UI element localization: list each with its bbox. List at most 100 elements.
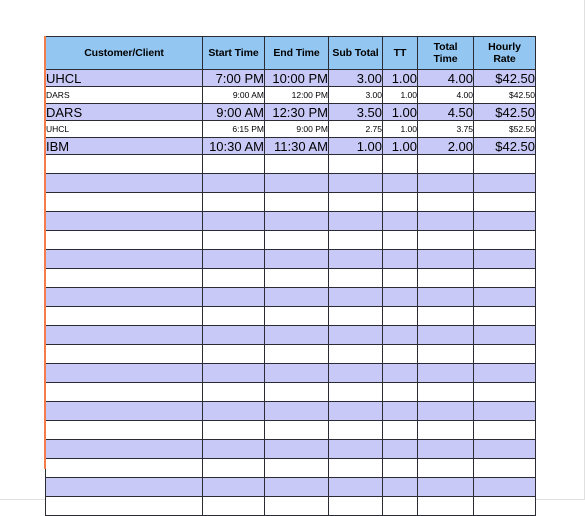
empty-cell-tt[interactable] — [382, 496, 418, 516]
empty-cell-start-time[interactable] — [202, 401, 265, 421]
empty-cell-client[interactable] — [45, 458, 203, 478]
column-header-client[interactable]: Customer/Client — [45, 36, 203, 70]
column-header-hourly-rate[interactable]: Hourly Rate — [473, 36, 536, 70]
empty-table-row[interactable] — [45, 287, 536, 307]
empty-cell-start-time[interactable] — [202, 268, 265, 288]
empty-cell-hourly-rate[interactable] — [473, 230, 536, 250]
empty-cell-end-time[interactable] — [264, 287, 329, 307]
empty-cell-total-time[interactable] — [417, 192, 474, 212]
cell-sub-total[interactable]: 2.75 — [328, 120, 383, 138]
column-header-end-time[interactable]: End Time — [264, 36, 329, 70]
empty-cell-hourly-rate[interactable] — [473, 249, 536, 269]
empty-table-row[interactable] — [45, 401, 536, 421]
empty-cell-end-time[interactable] — [264, 344, 329, 364]
empty-cell-total-time[interactable] — [417, 401, 474, 421]
empty-table-row[interactable] — [45, 458, 536, 478]
empty-cell-hourly-rate[interactable] — [473, 439, 536, 459]
empty-cell-hourly-rate[interactable] — [473, 154, 536, 174]
empty-cell-end-time[interactable] — [264, 211, 329, 231]
empty-table-row[interactable] — [45, 496, 536, 516]
empty-cell-sub-total[interactable] — [328, 382, 383, 402]
empty-cell-start-time[interactable] — [202, 496, 265, 516]
cell-client[interactable]: DARS — [45, 86, 203, 104]
empty-cell-total-time[interactable] — [417, 477, 474, 497]
empty-cell-client[interactable] — [45, 344, 203, 364]
cell-hourly-rate[interactable]: $42.50 — [473, 137, 536, 155]
empty-cell-tt[interactable] — [382, 363, 418, 383]
table-row[interactable]: UHCL 6:15 PM 9:00 PM 2.75 1.00 3.75 $52.50 — [45, 120, 536, 138]
empty-cell-tt[interactable] — [382, 230, 418, 250]
empty-cell-client[interactable] — [45, 496, 203, 516]
empty-cell-start-time[interactable] — [202, 173, 265, 193]
empty-cell-end-time[interactable] — [264, 268, 329, 288]
cell-client[interactable]: IBM — [45, 137, 203, 155]
empty-cell-start-time[interactable] — [202, 477, 265, 497]
empty-table-row[interactable] — [45, 211, 536, 231]
empty-cell-tt[interactable] — [382, 154, 418, 174]
empty-cell-hourly-rate[interactable] — [473, 287, 536, 307]
empty-cell-start-time[interactable] — [202, 211, 265, 231]
cell-sub-total[interactable]: 3.00 — [328, 86, 383, 104]
empty-cell-tt[interactable] — [382, 325, 418, 345]
empty-cell-sub-total[interactable] — [328, 192, 383, 212]
empty-cell-start-time[interactable] — [202, 325, 265, 345]
empty-cell-tt[interactable] — [382, 287, 418, 307]
cell-hourly-rate[interactable]: $42.50 — [473, 69, 536, 87]
empty-cell-hourly-rate[interactable] — [473, 192, 536, 212]
cell-sub-total[interactable]: 1.00 — [328, 137, 383, 155]
cell-start-time[interactable]: 9:00 AM — [202, 86, 265, 104]
empty-cell-client[interactable] — [45, 211, 203, 231]
table-row[interactable]: DARS 9:00 AM 12:30 PM 3.50 1.00 4.50 $42.50 — [45, 103, 536, 121]
empty-cell-client[interactable] — [45, 230, 203, 250]
empty-cell-total-time[interactable] — [417, 173, 474, 193]
empty-cell-client[interactable] — [45, 306, 203, 326]
column-header-total-time[interactable]: Total Time — [417, 36, 474, 70]
empty-table-row[interactable] — [45, 382, 536, 402]
empty-cell-hourly-rate[interactable] — [473, 268, 536, 288]
empty-cell-client[interactable] — [45, 192, 203, 212]
empty-table-row[interactable] — [45, 249, 536, 269]
empty-cell-end-time[interactable] — [264, 439, 329, 459]
empty-table-row[interactable] — [45, 173, 536, 193]
empty-cell-tt[interactable] — [382, 173, 418, 193]
empty-cell-end-time[interactable] — [264, 382, 329, 402]
empty-cell-total-time[interactable] — [417, 249, 474, 269]
empty-cell-start-time[interactable] — [202, 230, 265, 250]
empty-cell-total-time[interactable] — [417, 325, 474, 345]
empty-cell-client[interactable] — [45, 420, 203, 440]
empty-cell-total-time[interactable] — [417, 344, 474, 364]
cell-tt[interactable]: 1.00 — [382, 137, 418, 155]
empty-cell-start-time[interactable] — [202, 458, 265, 478]
empty-cell-tt[interactable] — [382, 268, 418, 288]
empty-cell-client[interactable] — [45, 477, 203, 497]
empty-cell-sub-total[interactable] — [328, 458, 383, 478]
empty-cell-start-time[interactable] — [202, 192, 265, 212]
empty-cell-sub-total[interactable] — [328, 211, 383, 231]
cell-hourly-rate[interactable]: $42.50 — [473, 103, 536, 121]
cell-hourly-rate[interactable]: $42.50 — [473, 86, 536, 104]
empty-cell-sub-total[interactable] — [328, 154, 383, 174]
empty-cell-tt[interactable] — [382, 306, 418, 326]
empty-cell-sub-total[interactable] — [328, 325, 383, 345]
empty-cell-sub-total[interactable] — [328, 173, 383, 193]
empty-cell-sub-total[interactable] — [328, 249, 383, 269]
empty-cell-end-time[interactable] — [264, 401, 329, 421]
empty-table-row[interactable] — [45, 363, 536, 383]
empty-cell-end-time[interactable] — [264, 496, 329, 516]
empty-cell-total-time[interactable] — [417, 420, 474, 440]
empty-cell-tt[interactable] — [382, 401, 418, 421]
empty-cell-hourly-rate[interactable] — [473, 306, 536, 326]
empty-cell-hourly-rate[interactable] — [473, 420, 536, 440]
empty-cell-tt[interactable] — [382, 458, 418, 478]
empty-cell-client[interactable] — [45, 401, 203, 421]
empty-cell-client[interactable] — [45, 249, 203, 269]
empty-cell-sub-total[interactable] — [328, 268, 383, 288]
empty-cell-hourly-rate[interactable] — [473, 211, 536, 231]
empty-table-row[interactable] — [45, 192, 536, 212]
cell-end-time[interactable]: 10:00 PM — [264, 69, 329, 87]
cell-end-time[interactable]: 12:00 PM — [264, 86, 329, 104]
empty-cell-tt[interactable] — [382, 211, 418, 231]
empty-cell-sub-total[interactable] — [328, 496, 383, 516]
empty-cell-hourly-rate[interactable] — [473, 173, 536, 193]
cell-client[interactable]: UHCL — [45, 120, 203, 138]
